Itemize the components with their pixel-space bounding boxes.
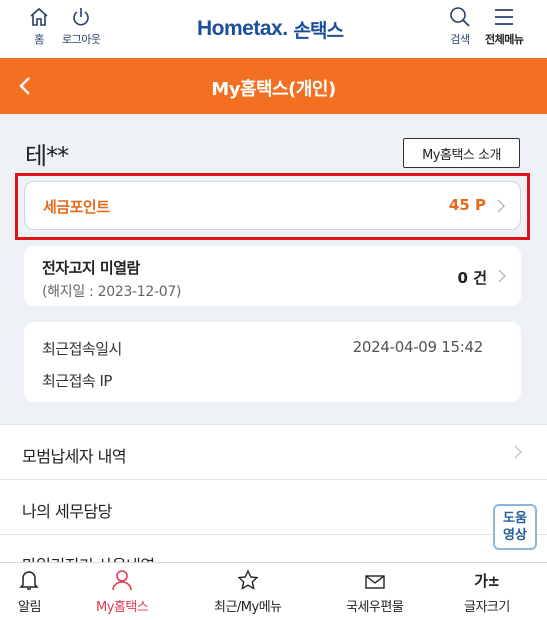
- nav-alarm-label: 알림: [18, 600, 41, 615]
- e-bill-cancel-date: (해지일 : 2023-12-07): [42, 284, 182, 300]
- myhometax-intro-button[interactable]: My홈택스 소개: [403, 138, 520, 168]
- help-video-button[interactable]: 도움 영상: [493, 504, 537, 550]
- tax-point-label: 세금포인트: [43, 198, 110, 216]
- home-button[interactable]: 홈: [28, 6, 50, 47]
- search-button[interactable]: 검색: [448, 6, 472, 47]
- e-bill-count: 0 건: [457, 269, 487, 287]
- envelope-icon: [364, 575, 385, 589]
- hamburger-icon: [495, 9, 514, 25]
- list-item-mileage[interactable]: 마일리지기 사용내역: [0, 534, 547, 562]
- top-bar: 홈 로그아웃 Hometax. 손택스 검색 전체메뉴: [0, 0, 547, 58]
- font-size-icon: 가±: [474, 572, 500, 590]
- bottom-nav: 알림 My홈택스 최근/My메뉴 국세우편물 가± 글자크기: [0, 562, 547, 620]
- tax-point-card[interactable]: 세금포인트 45 P: [24, 181, 521, 230]
- last-ip-label: 최근접속 IP: [42, 372, 112, 390]
- last-access-card: 최근접속일시 2024-04-09 15:42 최근접속 IP: [24, 322, 521, 402]
- logout-button[interactable]: 로그아웃: [62, 6, 101, 47]
- logo-text: Hometax.: [197, 17, 288, 40]
- last-access-value: 2024-04-09 15:42: [352, 338, 484, 356]
- logo-sub-text: 손택스: [293, 19, 344, 42]
- menu-list: 모범납세자 내역 나의 세무담당 마일리지기 사용내역: [0, 424, 547, 562]
- list-item-label: 나의 세무담당: [22, 502, 112, 521]
- list-item-label: 마일리지기 사용내역: [22, 552, 155, 562]
- search-icon: [450, 7, 470, 27]
- nav-alarm[interactable]: 알림: [18, 569, 41, 615]
- search-label: 검색: [450, 33, 470, 46]
- nav-font-size-label: 글자크기: [464, 600, 510, 615]
- logout-label: 로그아웃: [62, 33, 101, 46]
- e-bill-unread-card[interactable]: 전자고지 미열람 (해지일 : 2023-12-07) 0 건: [24, 246, 521, 306]
- home-label: 홈: [34, 33, 44, 46]
- chevron-right-icon: [514, 445, 523, 459]
- nav-font-size[interactable]: 가± 글자크기: [464, 569, 510, 615]
- star-icon: [237, 569, 259, 590]
- tax-point-value: 45 P: [448, 196, 486, 214]
- main-content: 테** My홈택스 소개 세금포인트 45 P 전자고지 미열람 (해지일 : …: [0, 114, 547, 562]
- all-menu-label: 전체메뉴: [485, 33, 524, 46]
- page-title: My홈택스(개인): [211, 79, 336, 100]
- chevron-right-icon: [498, 269, 507, 283]
- list-item-label: 모범납세자 내역: [22, 447, 127, 466]
- nav-myhometax-label: My홈택스: [96, 600, 149, 615]
- last-access-label: 최근접속일시: [42, 340, 122, 358]
- page-header: My홈택스(개인): [0, 58, 547, 114]
- help-line-1: 도움: [503, 511, 527, 526]
- person-icon: [112, 570, 132, 591]
- nav-tax-mail[interactable]: 국세우편물: [346, 569, 404, 615]
- home-icon: [30, 7, 48, 26]
- bell-icon: [19, 571, 40, 590]
- help-line-2: 영상: [503, 528, 527, 543]
- hometax-logo[interactable]: Hometax. 손택스: [197, 12, 344, 46]
- chevron-right-icon: [497, 199, 506, 213]
- nav-myhometax[interactable]: My홈택스: [96, 569, 149, 615]
- list-item-tax-officer[interactable]: 나의 세무담당: [0, 479, 547, 534]
- list-item-model-taxpayer[interactable]: 모범납세자 내역: [0, 424, 547, 479]
- e-bill-label: 전자고지 미열람: [42, 259, 140, 277]
- nav-recent-label: 최근/My메뉴: [214, 600, 282, 615]
- user-name: 테**: [25, 142, 69, 170]
- power-icon: [73, 8, 90, 26]
- all-menu-button[interactable]: 전체메뉴: [485, 6, 524, 47]
- nav-tax-mail-label: 국세우편물: [346, 600, 404, 615]
- nav-recent-menu[interactable]: 최근/My메뉴: [214, 569, 282, 615]
